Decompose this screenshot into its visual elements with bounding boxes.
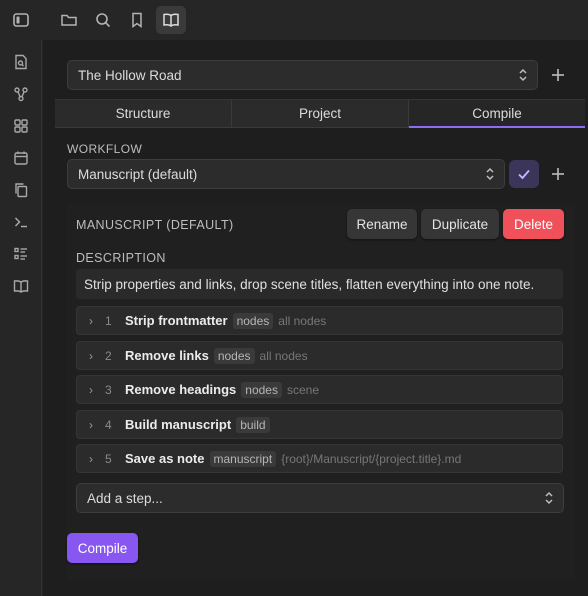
- step-number: 2: [105, 348, 112, 363]
- sidebar-toggle-button[interactable]: [0, 0, 42, 40]
- chevron-updown-icon: [545, 491, 553, 505]
- graph-icon[interactable]: [7, 82, 35, 106]
- step-number: 5: [105, 451, 112, 466]
- chevron-right-icon[interactable]: ›: [89, 314, 99, 328]
- workflow-heading: WORKFLOW: [67, 142, 143, 156]
- step-number: 4: [105, 417, 112, 432]
- confirm-workflow-button[interactable]: [509, 160, 539, 188]
- step-name: Remove headings: [125, 382, 237, 397]
- chevron-updown-icon: [486, 167, 494, 181]
- step-tag: nodes: [232, 312, 274, 329]
- rename-button[interactable]: Rename: [347, 209, 417, 239]
- add-project-icon[interactable]: [548, 65, 568, 85]
- chevron-right-icon[interactable]: ›: [89, 383, 99, 397]
- step-tag: manuscript: [209, 450, 277, 467]
- bookmark-icon[interactable]: [122, 6, 152, 34]
- step-row[interactable]: › 3 Remove headings nodes scene: [76, 375, 563, 404]
- step-name: Strip frontmatter: [125, 313, 228, 328]
- project-select[interactable]: The Hollow Road: [67, 60, 538, 90]
- step-tag: build: [236, 416, 270, 433]
- description-field[interactable]: Strip properties and links, drop scene t…: [76, 269, 563, 299]
- project-select-value: The Hollow Road: [78, 67, 182, 83]
- add-workflow-icon[interactable]: [548, 164, 568, 184]
- checklist-icon[interactable]: [7, 242, 35, 266]
- step-scope: {root}/Manuscript/{project.title}.md: [281, 451, 462, 466]
- step-row[interactable]: › 2 Remove links nodes all nodes: [76, 341, 563, 370]
- step-name: Save as note: [125, 451, 205, 466]
- step-scope: all nodes: [259, 348, 308, 363]
- description-text: Strip properties and links, drop scene t…: [84, 276, 535, 292]
- step-row[interactable]: › 1 Strip frontmatter nodes all nodes: [76, 306, 563, 335]
- sidebar-toggle-icon: [6, 6, 36, 34]
- step-number: 1: [105, 313, 112, 328]
- left-ribbon: [0, 40, 42, 596]
- compile-view: The Hollow Road Structure Project Compil…: [43, 40, 588, 596]
- search-icon[interactable]: [88, 6, 118, 34]
- workflow-select-value: Manuscript (default): [78, 166, 198, 182]
- grid-icon[interactable]: [7, 114, 35, 138]
- workflow-select[interactable]: Manuscript (default): [67, 159, 505, 189]
- step-row[interactable]: › 5 Save as note manuscript {root}/Manus…: [76, 444, 563, 473]
- step-tag: nodes: [213, 347, 255, 364]
- chevron-right-icon[interactable]: ›: [89, 349, 99, 363]
- chevron-right-icon[interactable]: ›: [89, 452, 99, 466]
- delete-button[interactable]: Delete: [503, 209, 564, 239]
- book-icon[interactable]: [7, 274, 35, 298]
- chevron-right-icon[interactable]: ›: [89, 418, 99, 432]
- calendar-icon[interactable]: [7, 146, 35, 170]
- panel-title: MANUSCRIPT (DEFAULT): [76, 218, 234, 232]
- chevron-updown-icon: [519, 68, 527, 82]
- step-number: 3: [105, 382, 112, 397]
- copy-icon[interactable]: [7, 178, 35, 202]
- compile-button[interactable]: Compile: [67, 533, 138, 563]
- file-search-icon[interactable]: [7, 50, 35, 74]
- book-open-icon[interactable]: [156, 6, 186, 34]
- step-row[interactable]: › 4 Build manuscript build: [76, 410, 563, 439]
- description-heading: DESCRIPTION: [76, 251, 166, 265]
- folder-icon[interactable]: [54, 6, 84, 34]
- step-scope: scene: [286, 382, 319, 397]
- step-tag: nodes: [241, 381, 282, 398]
- check-icon: [518, 169, 530, 180]
- terminal-icon[interactable]: [7, 210, 35, 234]
- add-step-select[interactable]: Add a step...: [76, 483, 564, 513]
- tab-compile[interactable]: Compile: [409, 100, 585, 128]
- add-step-placeholder: Add a step...: [87, 490, 163, 506]
- step-scope: all nodes: [278, 313, 327, 328]
- step-name: Build manuscript: [125, 417, 232, 432]
- step-name: Remove links: [125, 348, 209, 363]
- top-bar: [0, 0, 588, 40]
- tab-structure[interactable]: Structure: [55, 100, 232, 128]
- view-tabs: Structure Project Compile: [55, 99, 585, 128]
- tab-project[interactable]: Project: [232, 100, 409, 128]
- duplicate-button[interactable]: Duplicate: [421, 209, 499, 239]
